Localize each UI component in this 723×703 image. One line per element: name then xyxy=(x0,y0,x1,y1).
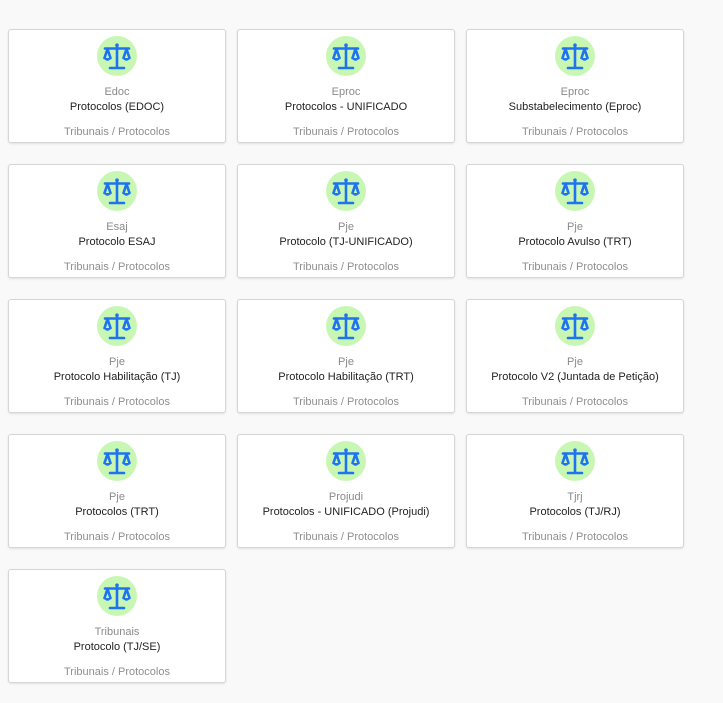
scales-of-justice-icon xyxy=(326,171,366,211)
card-title: Protocolo Habilitação (TJ) xyxy=(53,371,181,383)
scales-of-justice-icon xyxy=(97,171,137,211)
card-title: Protocolo V2 (Juntada de Petição) xyxy=(491,371,659,383)
card-title: Protocolos (TJ/RJ) xyxy=(529,506,621,518)
card-title: Protocolos - UNIFICADO xyxy=(284,101,408,113)
scales-of-justice-icon xyxy=(555,171,595,211)
card-title: Protocolo Habilitação (TRT) xyxy=(278,371,414,383)
card-system: Projudi xyxy=(328,491,364,503)
card-category: Tribunais / Protocolos xyxy=(64,531,170,543)
card-category: Tribunais / Protocolos xyxy=(64,126,170,138)
card-title: Substabelecimento (Eproc) xyxy=(508,101,642,113)
scales-of-justice-icon xyxy=(326,36,366,76)
card-category: Tribunais / Protocolos xyxy=(64,261,170,273)
card-title: Protocolos (EDOC) xyxy=(69,101,165,113)
card-system: Pje xyxy=(567,221,583,233)
protocol-card-10[interactable]: Pje Protocolos (TRT) Tribunais / Protoco… xyxy=(8,434,226,548)
card-title: Protocolos - UNIFICADO (Projudi) xyxy=(262,506,430,518)
card-system: Eproc xyxy=(331,86,361,98)
card-system: Edoc xyxy=(104,86,130,98)
scales-of-justice-icon xyxy=(97,306,137,346)
protocol-card-7[interactable]: Pje Protocolo Habilitação (TJ) Tribunais… xyxy=(8,299,226,413)
scales-of-justice-icon xyxy=(555,36,595,76)
card-category: Tribunais / Protocolos xyxy=(522,531,628,543)
card-system: Pje xyxy=(109,491,125,503)
card-category: Tribunais / Protocolos xyxy=(522,126,628,138)
card-title: Protocolo (TJ-UNIFICADO) xyxy=(279,236,413,248)
protocol-card-8[interactable]: Pje Protocolo Habilitação (TRT) Tribunai… xyxy=(237,299,455,413)
protocol-card-6[interactable]: Pje Protocolo Avulso (TRT) Tribunais / P… xyxy=(466,164,684,278)
card-system: Tribunais xyxy=(94,626,140,638)
card-category: Tribunais / Protocolos xyxy=(293,261,399,273)
scales-of-justice-icon xyxy=(326,306,366,346)
protocol-card-9[interactable]: Pje Protocolo V2 (Juntada de Petição) Tr… xyxy=(466,299,684,413)
card-category: Tribunais / Protocolos xyxy=(293,126,399,138)
card-category: Tribunais / Protocolos xyxy=(64,396,170,408)
scales-of-justice-icon xyxy=(97,36,137,76)
protocol-card-2[interactable]: Eproc Protocolos - UNIFICADO Tribunais /… xyxy=(237,29,455,143)
protocol-card-11[interactable]: Projudi Protocolos - UNIFICADO (Projudi)… xyxy=(237,434,455,548)
card-category: Tribunais / Protocolos xyxy=(64,666,170,678)
protocol-card-5[interactable]: Pje Protocolo (TJ-UNIFICADO) Tribunais /… xyxy=(237,164,455,278)
protocol-card-1[interactable]: Edoc Protocolos (EDOC) Tribunais / Proto… xyxy=(8,29,226,143)
card-category: Tribunais / Protocolos xyxy=(522,396,628,408)
card-category: Tribunais / Protocolos xyxy=(522,261,628,273)
scales-of-justice-icon xyxy=(555,441,595,481)
card-system: Pje xyxy=(109,356,125,368)
scales-of-justice-icon xyxy=(97,441,137,481)
card-title: Protocolo (TJ/SE) xyxy=(73,641,161,653)
protocol-card-4[interactable]: Esaj Protocolo ESAJ Tribunais / Protocol… xyxy=(8,164,226,278)
card-system: Esaj xyxy=(106,221,128,233)
scales-of-justice-icon xyxy=(555,306,595,346)
card-title: Protocolos (TRT) xyxy=(75,506,159,518)
protocol-card-13[interactable]: Tribunais Protocolo (TJ/SE) Tribunais / … xyxy=(8,569,226,683)
card-system: Pje xyxy=(567,356,583,368)
card-title: Protocolo Avulso (TRT) xyxy=(518,236,632,248)
card-system: Eproc xyxy=(560,86,590,98)
card-system: Pje xyxy=(338,221,354,233)
card-system: Tjrj xyxy=(567,491,583,503)
scales-of-justice-icon xyxy=(326,441,366,481)
card-category: Tribunais / Protocolos xyxy=(293,396,399,408)
protocol-card-3[interactable]: Eproc Substabelecimento (Eproc) Tribunai… xyxy=(466,29,684,143)
protocol-card-12[interactable]: Tjrj Protocolos (TJ/RJ) Tribunais / Prot… xyxy=(466,434,684,548)
card-title: Protocolo ESAJ xyxy=(78,236,156,248)
card-category: Tribunais / Protocolos xyxy=(293,531,399,543)
card-system: Pje xyxy=(338,356,354,368)
protocol-card-grid: Edoc Protocolos (EDOC) Tribunais / Proto… xyxy=(8,29,684,683)
scales-of-justice-icon xyxy=(97,576,137,616)
